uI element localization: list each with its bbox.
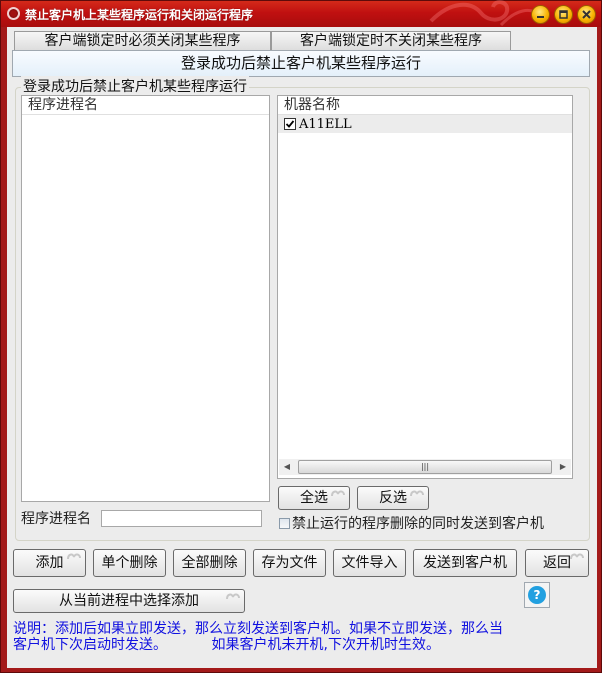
app-icon [7,7,20,20]
delete-all-label: 全部删除 [181,555,238,571]
machine-name: A11ELL [299,116,352,132]
process-list[interactable]: 程序进程名 [21,95,270,502]
close-icon [582,10,591,19]
maximize-button[interactable] [554,5,573,24]
add-label: 添加 [35,555,64,571]
cloud-swirl-icon [331,490,345,497]
tab-lock-close-programs[interactable]: 客户端锁定时必须关闭某些程序 [14,31,271,51]
checkmark-icon [285,120,295,128]
delete-one-button[interactable]: 单个删除 [93,549,166,577]
tab-login-block-programs[interactable]: 登录成功后禁止客户机某些程序运行 [12,50,590,77]
cloud-swirl-icon [410,490,424,497]
machine-list-hscrollbar[interactable]: ◀ ||| ▶ [279,459,571,475]
scroll-thumb[interactable]: ||| [298,460,552,474]
back-button[interactable]: 返回 [525,549,589,577]
tab-row: 客户端锁定时必须关闭某些程序 客户端锁定时不关闭某些程序 [14,31,590,51]
invert-select-button[interactable]: 反选 [357,486,429,510]
process-list-header[interactable]: 程序进程名 [22,96,269,115]
process-name-input[interactable] [101,510,262,527]
back-label: 返回 [543,555,571,571]
add-button[interactable]: 添加 [13,549,86,577]
add-from-process-button[interactable]: 从当前进程中选择添加 [13,589,245,613]
select-all-label: 全选 [300,490,328,506]
minimize-icon [537,16,544,18]
delete-all-button[interactable]: 全部删除 [173,549,246,577]
delete-one-label: 单个删除 [101,555,158,571]
machine-list-header[interactable]: 机器名称 [278,96,572,115]
close-button[interactable] [577,5,596,24]
invert-select-label: 反选 [379,490,407,506]
machine-list-item[interactable]: A11ELL [278,115,572,133]
description-note: 说明：添加后如果立即发送，那么立刻发送到客户机。如果不立即发送，那么当 客户机下… [13,621,593,653]
add-from-process-label: 从当前进程中选择添加 [59,593,199,609]
machine-checkbox[interactable] [284,118,296,130]
tab-lock-keep-programs[interactable]: 客户端锁定时不关闭某些程序 [271,31,511,51]
import-file-button[interactable]: 文件导入 [333,549,406,577]
window-title: 禁止客户机上某些程序运行和关闭运行程序 [25,8,254,22]
send-to-client-button[interactable]: 发送到客户机 [413,549,517,577]
send-to-client-label: 发送到客户机 [423,555,507,571]
import-file-label: 文件导入 [341,555,398,571]
minimize-button[interactable] [531,5,550,24]
client-area: 客户端锁定时必须关闭某些程序 客户端锁定时不关闭某些程序 登录成功后禁止客户机某… [7,27,597,668]
cloud-swirl-icon [226,593,240,600]
sync-delete-label: 禁止运行的程序删除的同时发送到客户机 [292,516,544,532]
save-file-button[interactable]: 存为文件 [253,549,326,577]
scroll-right-arrow-icon[interactable]: ▶ [555,459,571,475]
scroll-left-arrow-icon[interactable]: ◀ [279,459,295,475]
title-swirl-decoration [429,0,541,27]
sync-delete-box[interactable] [279,517,290,529]
save-file-label: 存为文件 [261,555,318,571]
help-icon: ? [528,586,546,604]
note-line-1: 说明：添加后如果立即发送，那么立刻发送到客户机。如果不立即发送，那么当 [13,621,503,637]
help-button[interactable]: ? [524,582,550,608]
title-bar[interactable]: 禁止客户机上某些程序运行和关闭运行程序 [1,0,601,27]
machine-list[interactable]: 机器名称 A11ELL [277,95,573,479]
note-line-2: 客户机下次启动时发送。 如果客户机未开机,下次开机时生效。 [13,637,440,653]
main-window: 禁止客户机上某些程序运行和关闭运行程序 客户端锁定时必须关闭某些程序 客户端锁定… [0,0,602,673]
select-all-button[interactable]: 全选 [278,486,350,510]
group-title: 登录成功后禁止客户机某些程序运行 [21,76,249,96]
cloud-swirl-icon [570,553,584,560]
process-name-label: 程序进程名 [21,511,91,527]
maximize-icon [559,10,568,19]
cloud-swirl-icon [67,553,81,560]
sync-delete-checkbox[interactable]: 禁止运行的程序删除的同时发送到客户机 [279,513,544,533]
